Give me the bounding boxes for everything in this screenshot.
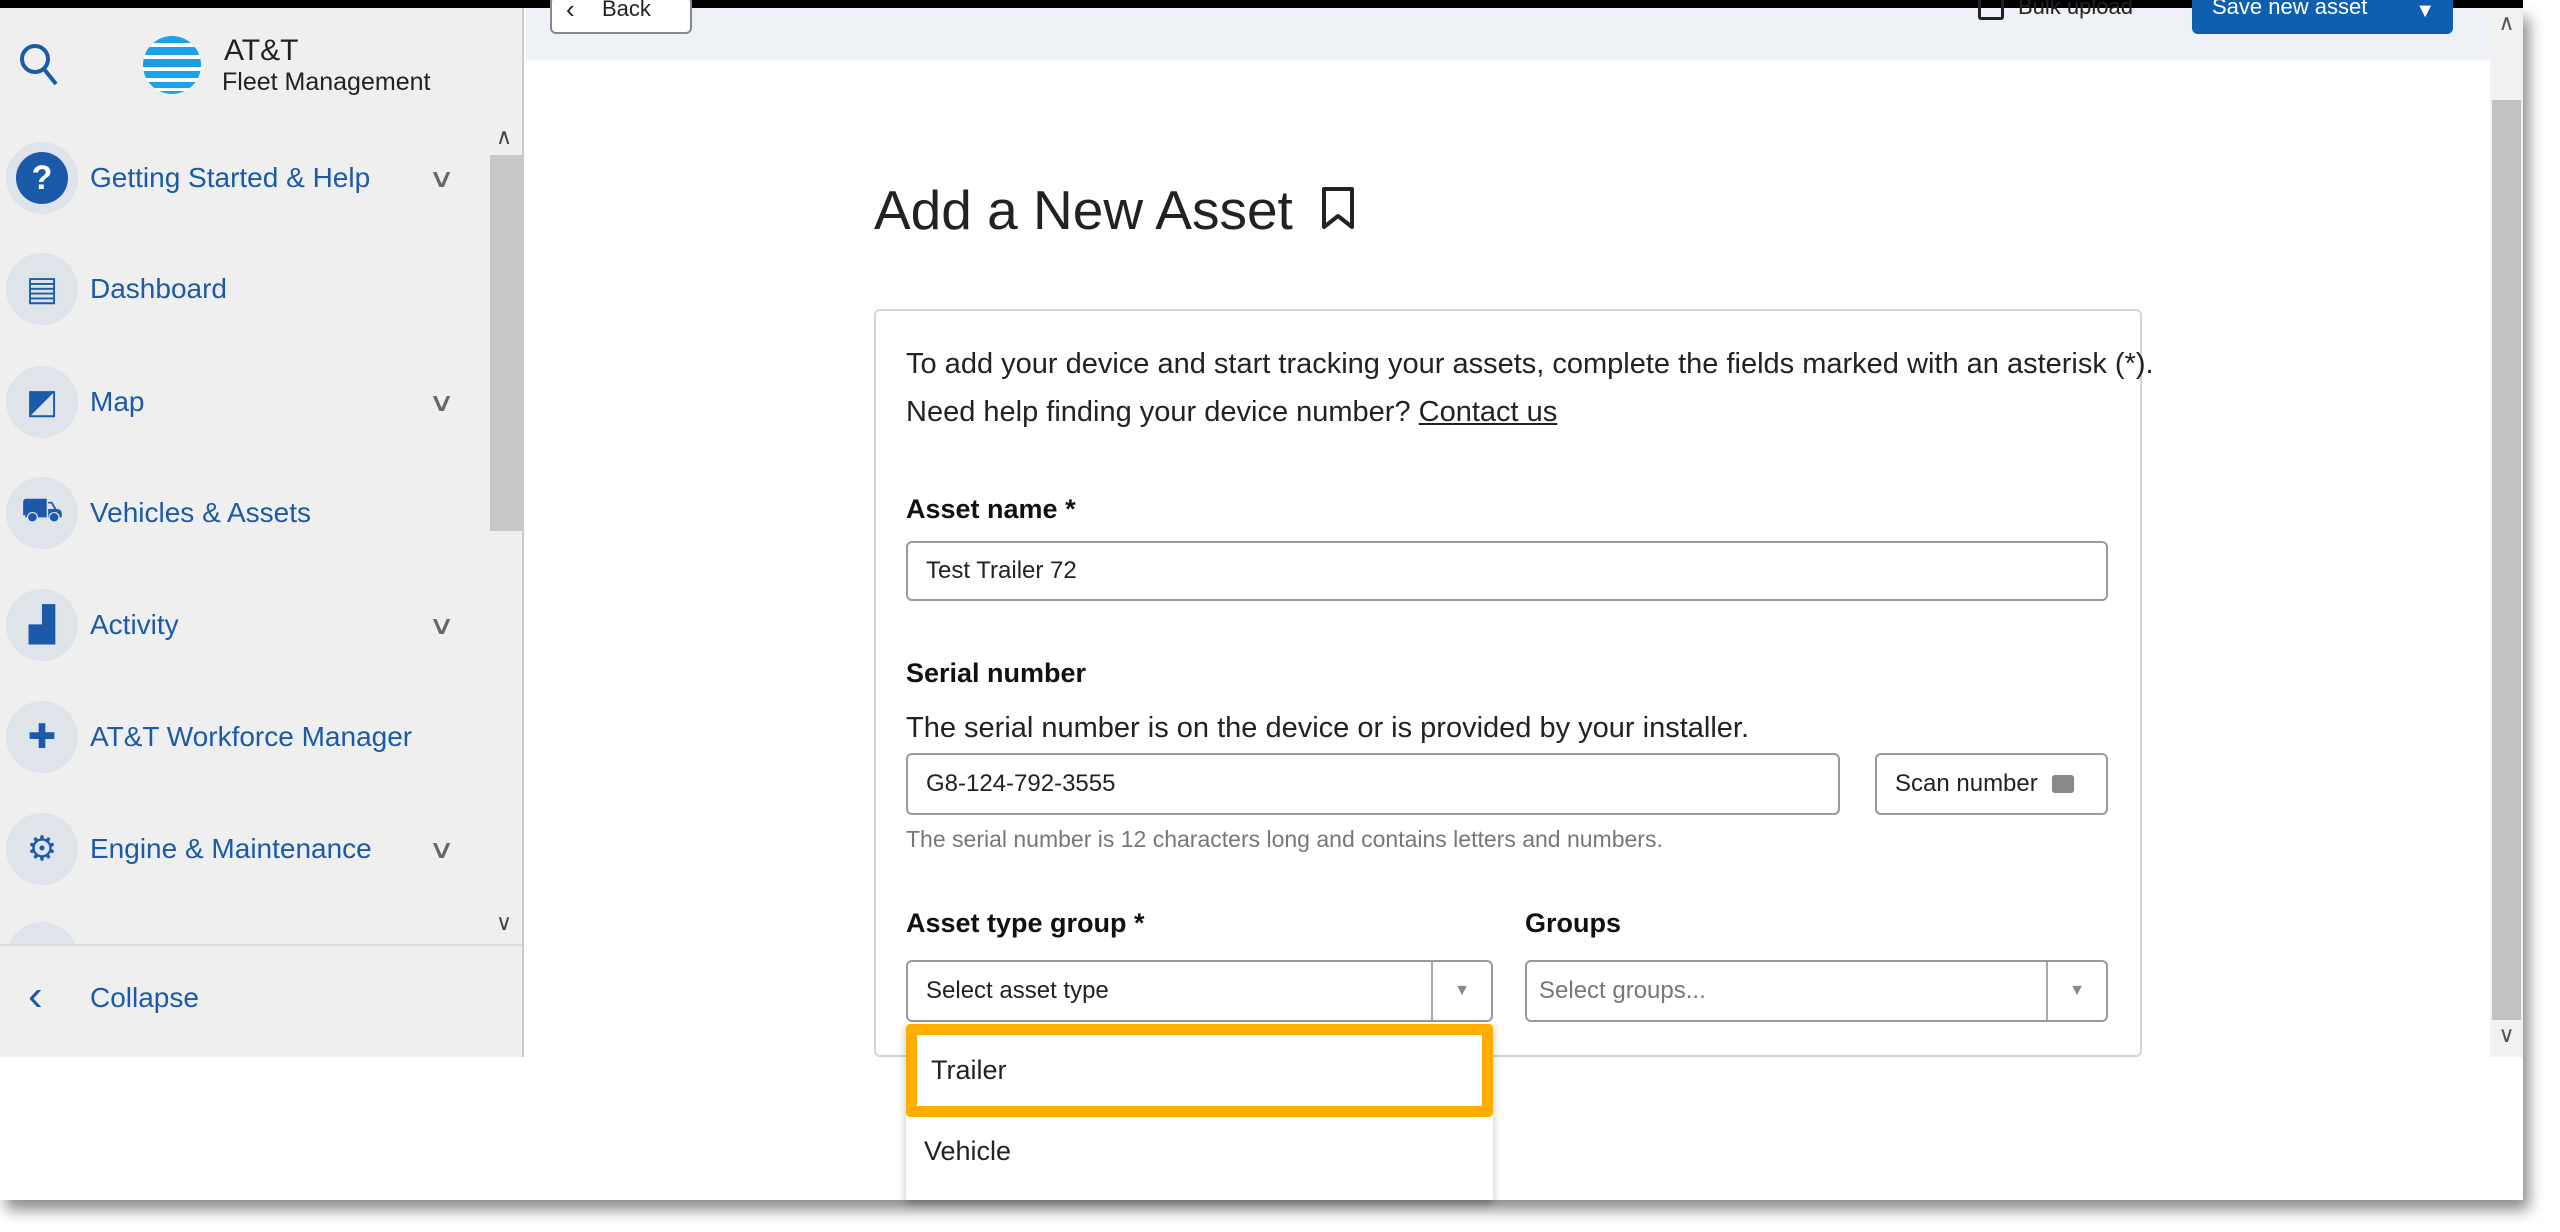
search-icon[interactable]	[18, 42, 60, 86]
back-button[interactable]: ‹ Back	[550, 0, 692, 34]
engine-icon: ⚙	[6, 813, 78, 885]
asset-type-select[interactable]: Select asset type ▼	[906, 960, 1493, 1022]
top-edge	[0, 0, 2523, 8]
activity-chart-icon: ▟	[6, 589, 78, 661]
sidebar-item-vehicles-assets[interactable]: ⛟ Vehicles & Assets	[0, 468, 490, 558]
sidebar-item-activity[interactable]: ▟ Activity ∨	[0, 580, 490, 670]
contact-us-link[interactable]: Contact us	[1419, 396, 1558, 428]
groups-select[interactable]: Select groups... ▼	[1525, 960, 2108, 1022]
bulk-upload-button[interactable]: Bulk upload	[1978, 0, 2133, 20]
sidebar-scroll-up-icon[interactable]: ∧	[496, 124, 512, 150]
chevron-left-icon: ‹	[566, 0, 575, 24]
groups-placeholder: Select groups...	[1539, 977, 1706, 1004]
intro-text: To add your device and start tracking yo…	[906, 348, 2154, 380]
truck-icon: ⛟	[6, 477, 78, 549]
serial-description: The serial number is on the device or is…	[906, 712, 1750, 744]
scan-label: Scan number	[1895, 770, 2038, 797]
sidebar-item-label: Map	[90, 386, 145, 417]
serial-number-input[interactable]: G8-124-792-3555	[906, 753, 1840, 815]
bookmark-icon[interactable]	[1320, 186, 1356, 230]
dashboard-icon: ▤	[6, 253, 78, 325]
sidebar-item-dashboard[interactable]: ▤ Dashboard	[0, 244, 490, 334]
asset-type-dropdown: Trailer Vehicle	[906, 1022, 1493, 1200]
chevron-down-icon[interactable]: ∨	[428, 387, 455, 418]
option-label: Vehicle	[924, 1135, 1012, 1166]
bulk-upload-label: Bulk upload	[2018, 0, 2133, 19]
att-globe-logo	[142, 34, 202, 96]
sidebar-scrollbar-thumb[interactable]	[490, 155, 523, 531]
help-text: Need help finding your device number?	[906, 396, 1411, 428]
sidebar-scroll-down-icon[interactable]: ∨	[496, 910, 512, 936]
sidebar-item-engine-maintenance[interactable]: ⚙ Engine & Maintenance ∨	[0, 804, 490, 894]
asset-type-group-label: Asset type group *	[906, 908, 1145, 938]
asset-name-input[interactable]: Test Trailer 72	[906, 541, 2108, 601]
page-title: Add a New Asset	[874, 179, 1293, 241]
option-label: Trailer	[931, 1055, 1007, 1085]
logo-subtitle: Fleet Management	[222, 68, 431, 96]
scroll-down-icon[interactable]: ∨	[2490, 1022, 2523, 1048]
chevron-down-icon[interactable]: ∨	[428, 163, 455, 194]
option-vehicle[interactable]: Vehicle	[906, 1122, 1493, 1180]
asset-type-value: Select asset type	[926, 977, 1109, 1004]
back-label: Back	[602, 0, 651, 21]
sidebar-item-at-t-workforce-manager[interactable]: ✚ AT&T Workforce Manager	[0, 692, 490, 782]
caret-down-icon: ▼	[2415, 0, 2435, 22]
logo-title: AT&T	[224, 34, 299, 67]
sidebar-item-label: Getting Started & Help	[90, 162, 371, 193]
upload-icon	[1978, 0, 2004, 20]
asset-name-label: Asset name *	[906, 494, 1076, 524]
serial-number-value: G8-124-792-3555	[926, 770, 1116, 797]
save-new-asset-button[interactable]: Save new asset ▼	[2192, 0, 2453, 34]
map-icon: ◩	[6, 366, 78, 438]
camera-icon	[2051, 775, 2074, 793]
sidebar-item-label: Engine & Maintenance	[90, 833, 372, 864]
dropdown-arrow-icon[interactable]: ▼	[1431, 962, 1491, 1020]
groups-label: Groups	[1525, 908, 1622, 938]
help-icon: ?	[16, 152, 68, 204]
page-scrollbar-thumb[interactable]	[2492, 100, 2521, 1020]
serial-number-label: Serial number	[906, 658, 1087, 688]
sidebar-item-label: Activity	[90, 609, 179, 640]
scan-number-button[interactable]: Scan number	[1875, 753, 2108, 815]
sidebar-item-label: Vehicles & Assets	[90, 497, 312, 528]
save-label: Save new asset	[2212, 0, 2368, 19]
collapse-label: Collapse	[90, 982, 199, 1013]
asset-name-value: Test Trailer 72	[926, 557, 1077, 584]
chevron-down-icon[interactable]: ∨	[428, 610, 455, 641]
sidebar-item-map[interactable]: ◩ Map ∨	[0, 357, 490, 447]
option-trailer[interactable]: Trailer	[906, 1024, 1493, 1117]
collapse-button[interactable]: ‹ Collapse	[0, 968, 300, 1032]
chevron-left-icon: ‹	[28, 971, 43, 1020]
scroll-up-icon[interactable]: ∧	[2490, 10, 2523, 36]
sidebar-item-getting-started-help[interactable]: ? Getting Started & Help ∨	[0, 133, 490, 223]
sidebar-item-label: AT&T Workforce Manager	[90, 721, 413, 752]
sidebar-item-label: Dashboard	[90, 273, 227, 304]
serial-hint: The serial number is 12 characters long …	[906, 826, 1663, 852]
puzzle-icon: ✚	[6, 701, 78, 773]
chevron-down-icon[interactable]: ∨	[428, 834, 455, 865]
dropdown-arrow-icon[interactable]: ▼	[2046, 962, 2106, 1020]
